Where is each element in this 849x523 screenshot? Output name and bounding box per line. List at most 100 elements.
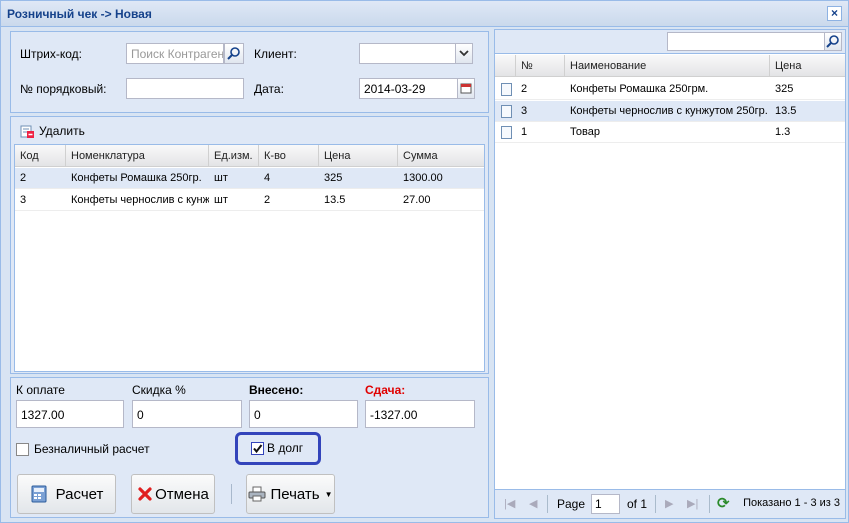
search-icon (227, 47, 240, 60)
products-toolbar (495, 30, 845, 54)
window: Розничный чек -> Новая × Штрих-код: Поис… (0, 0, 849, 523)
totals-panel: К оплате 1327.00 Скидка % 0 Внесено: 0 С… (10, 377, 489, 518)
list-item[interactable]: 2 Конфеты Ромашка 250грм. 325 (495, 79, 845, 100)
calculator-icon (31, 485, 47, 503)
document-icon (501, 126, 512, 139)
cashless-checkbox[interactable] (16, 443, 29, 456)
column-checker (495, 55, 516, 77)
table-row[interactable]: 2 Конфеты Ромашка 250гр. шт 4 325 1300.0… (15, 168, 484, 189)
of-pages-label: of 1 (627, 497, 648, 511)
chevron-down-icon (459, 50, 469, 57)
cell-name: Конфеты чернослив с кунжутом 250гр. (71, 194, 209, 206)
cell-sum: 27.00 (403, 194, 431, 206)
barcode-input[interactable]: Поиск Контрагента (126, 43, 224, 64)
cell-product-name: Конфеты чернослив с кунжутом 250гр. (570, 105, 768, 117)
discount-input[interactable]: 0 (132, 400, 242, 428)
barcode-label: Штрих-код: (20, 47, 82, 61)
refresh-icon[interactable]: ⟳ (717, 494, 730, 512)
cashless-label: Безналичный расчет (34, 442, 150, 456)
column-name[interactable]: Номенклатура (66, 145, 209, 167)
first-page-icon[interactable]: |◀ (504, 497, 515, 510)
pager-separator (547, 495, 548, 513)
cell-product-name: Товар (570, 126, 600, 138)
cell-code: 2 (20, 172, 27, 184)
column-product-price[interactable]: Цена (770, 55, 845, 77)
cell-qty: 4 (264, 172, 271, 184)
search-icon (826, 35, 839, 48)
window-title: Розничный чек -> Новая (7, 7, 152, 21)
order-number-label: № порядковый: (20, 82, 107, 96)
to-pay-label: К оплате (16, 383, 65, 397)
product-search-button[interactable] (824, 32, 842, 51)
debt-checkbox[interactable] (251, 442, 264, 455)
cell-number: 1 (521, 126, 528, 138)
paid-label: Внесено: (249, 383, 304, 397)
date-input[interactable]: 2014-03-29 (359, 78, 458, 99)
date-picker-button[interactable] (457, 78, 475, 99)
cell-qty: 2 (264, 194, 271, 206)
page-number-input[interactable]: 1 (591, 494, 620, 514)
cell-name: Конфеты Ромашка 250гр. (71, 172, 202, 184)
change-field[interactable]: -1327.00 (365, 400, 475, 428)
print-button[interactable]: Печать ▼ (246, 474, 335, 514)
next-page-icon[interactable]: ▶ (665, 497, 673, 510)
pager-separator (709, 495, 710, 513)
column-sum[interactable]: Сумма (398, 145, 486, 167)
cell-number: 2 (521, 83, 528, 95)
document-icon (501, 105, 512, 118)
paid-input[interactable]: 0 (249, 400, 358, 428)
cell-price: 13.5 (324, 194, 346, 206)
cell-product-price: 325 (775, 83, 794, 95)
close-icon[interactable]: × (827, 6, 842, 21)
header-form: Штрих-код: Поиск Контрагента Клиент: № п… (10, 31, 489, 113)
debt-label: В долг (267, 441, 304, 455)
pager: |◀ ◀ Page 1 of 1 ▶ ▶| ⟳ Показано 1 - 3 и… (495, 489, 845, 518)
column-price[interactable]: Цена (319, 145, 398, 167)
prev-page-icon[interactable]: ◀ (529, 497, 537, 510)
discount-label: Скидка % (132, 383, 186, 397)
list-item[interactable]: 1 Товар 1.3 (495, 122, 845, 143)
cell-unit: шт (214, 172, 228, 184)
cell-number: 3 (521, 105, 528, 117)
delete-icon (20, 125, 34, 138)
items-toolbar: Удалить (11, 117, 488, 144)
calendar-icon (460, 83, 472, 94)
delete-button-label: Удалить (39, 124, 85, 138)
cell-sum: 1300.00 (403, 172, 443, 184)
client-dropdown-button[interactable] (455, 43, 473, 64)
products-panel: № Наименование Цена 2 Конфеты Ромашка 25… (494, 29, 846, 519)
list-item[interactable]: 3 Конфеты чернослив с кунжутом 250гр. 13… (495, 101, 845, 122)
printer-icon (248, 486, 266, 502)
document-icon (501, 83, 512, 96)
caret-down-icon[interactable]: ▼ (325, 490, 333, 499)
column-unit[interactable]: Ед.изм. (209, 145, 259, 167)
client-label: Клиент: (254, 47, 297, 61)
checkmark-icon (253, 444, 263, 454)
cell-product-price: 13.5 (775, 105, 797, 117)
cancel-button[interactable]: Отмена (131, 474, 215, 514)
cell-product-price: 1.3 (775, 126, 791, 138)
items-panel: Удалить Код Номенклатура Ед.изм. К-во Це… (10, 116, 489, 374)
table-row[interactable]: 3 Конфеты чернослив с кунжутом 250гр. шт… (15, 190, 484, 211)
delete-button[interactable]: Удалить (19, 122, 85, 140)
products-grid-header: № Наименование Цена (495, 55, 845, 77)
order-number-input[interactable] (126, 78, 244, 99)
product-search-input[interactable] (667, 32, 825, 51)
barcode-search-button[interactable] (224, 43, 244, 64)
column-number[interactable]: № (516, 55, 565, 77)
client-select[interactable] (359, 43, 456, 64)
calculate-button[interactable]: Расчет (17, 474, 116, 514)
window-titlebar[interactable]: Розничный чек -> Новая × (1, 1, 848, 27)
page-label: Page (557, 497, 586, 511)
pager-separator (655, 495, 656, 513)
change-label: Сдача: (365, 383, 406, 397)
pager-status: Показано 1 - 3 из 3 (743, 497, 840, 509)
items-grid: Код Номенклатура Ед.изм. К-во Цена Сумма… (14, 144, 485, 372)
cancel-button-label: Отмена (155, 485, 209, 503)
to-pay-field[interactable]: 1327.00 (16, 400, 124, 428)
column-code[interactable]: Код (15, 145, 66, 167)
last-page-icon[interactable]: ▶| (687, 497, 698, 510)
close-icon (138, 487, 152, 501)
column-product-name[interactable]: Наименование (565, 55, 770, 77)
column-qty[interactable]: К-во (259, 145, 319, 167)
